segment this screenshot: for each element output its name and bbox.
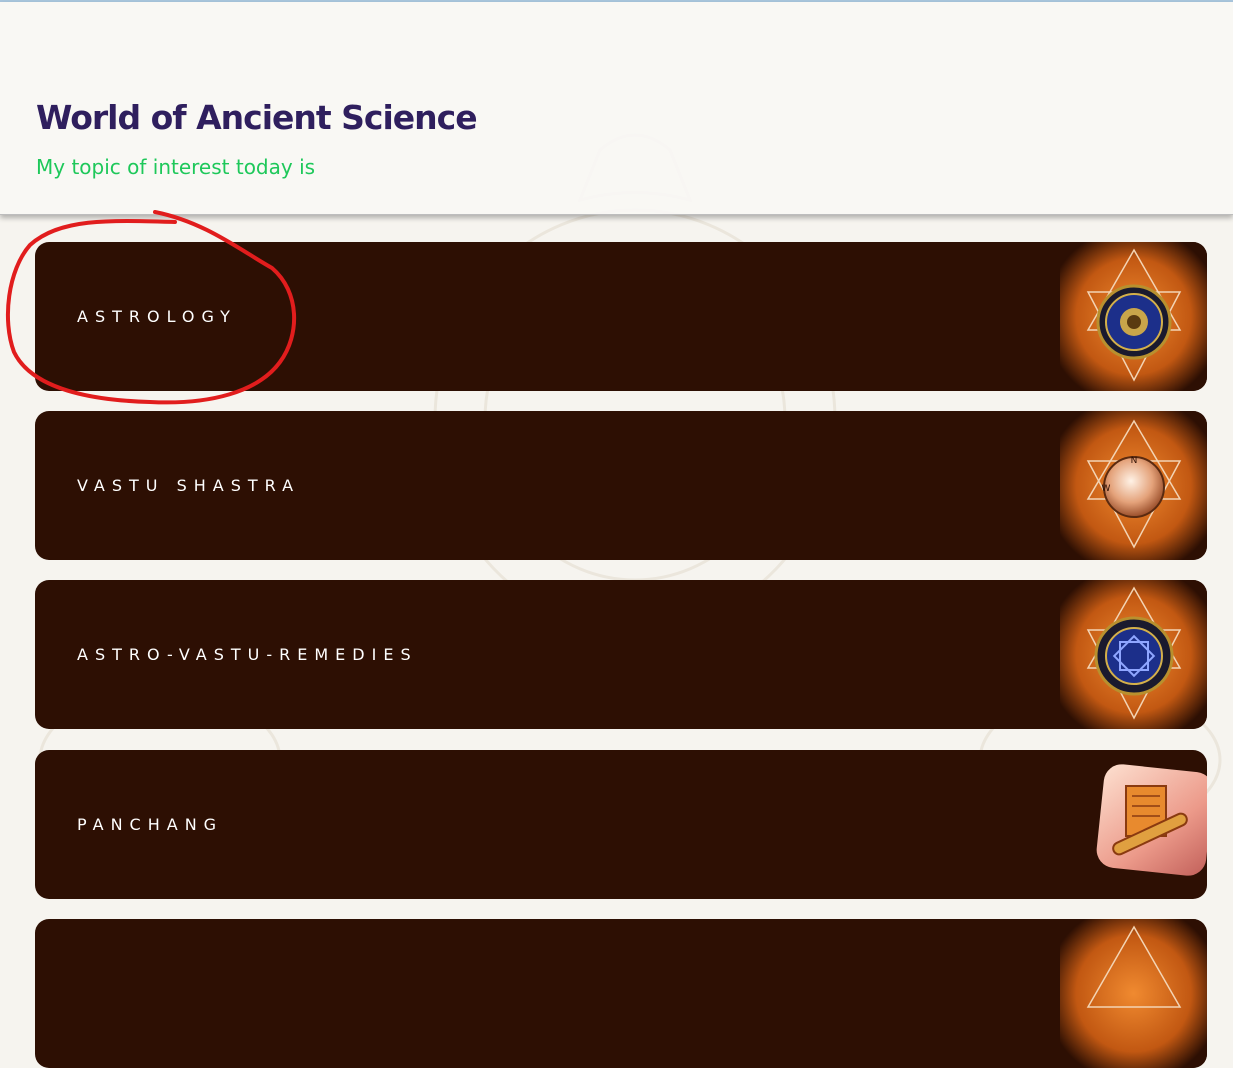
svg-text:N: N [1131,456,1138,466]
topic-label: VASTU SHASTRA [77,476,301,495]
topic-card-panchang[interactable]: PANCHANG [35,750,1207,899]
page-subtitle: My topic of interest today is [36,155,316,179]
scroll-icon [1096,764,1207,876]
topic-card-astro-vastu-remedies[interactable]: ASTRO-VASTU-REMEDIES [35,580,1207,729]
page-title: World of Ancient Science [36,98,478,137]
topic-card-astrology[interactable]: ASTROLOGY [35,242,1207,391]
topic-card-vastu-shastra[interactable]: VASTU SHASTRA N W [35,411,1207,560]
topic-card-partial[interactable] [35,919,1207,1068]
topic-label: ASTRO-VASTU-REMEDIES [77,645,418,664]
topic-label: PANCHANG [77,815,224,834]
triangle-icon [1060,919,1207,1068]
page-header: World of Ancient Science My topic of int… [0,2,1233,215]
vastu-compass-icon: N W [1060,411,1207,560]
svg-text:W: W [1102,484,1111,494]
topic-label: ASTROLOGY [77,307,237,326]
zodiac-yantra-icon [1060,580,1207,729]
zodiac-wheel-icon [1060,242,1207,391]
